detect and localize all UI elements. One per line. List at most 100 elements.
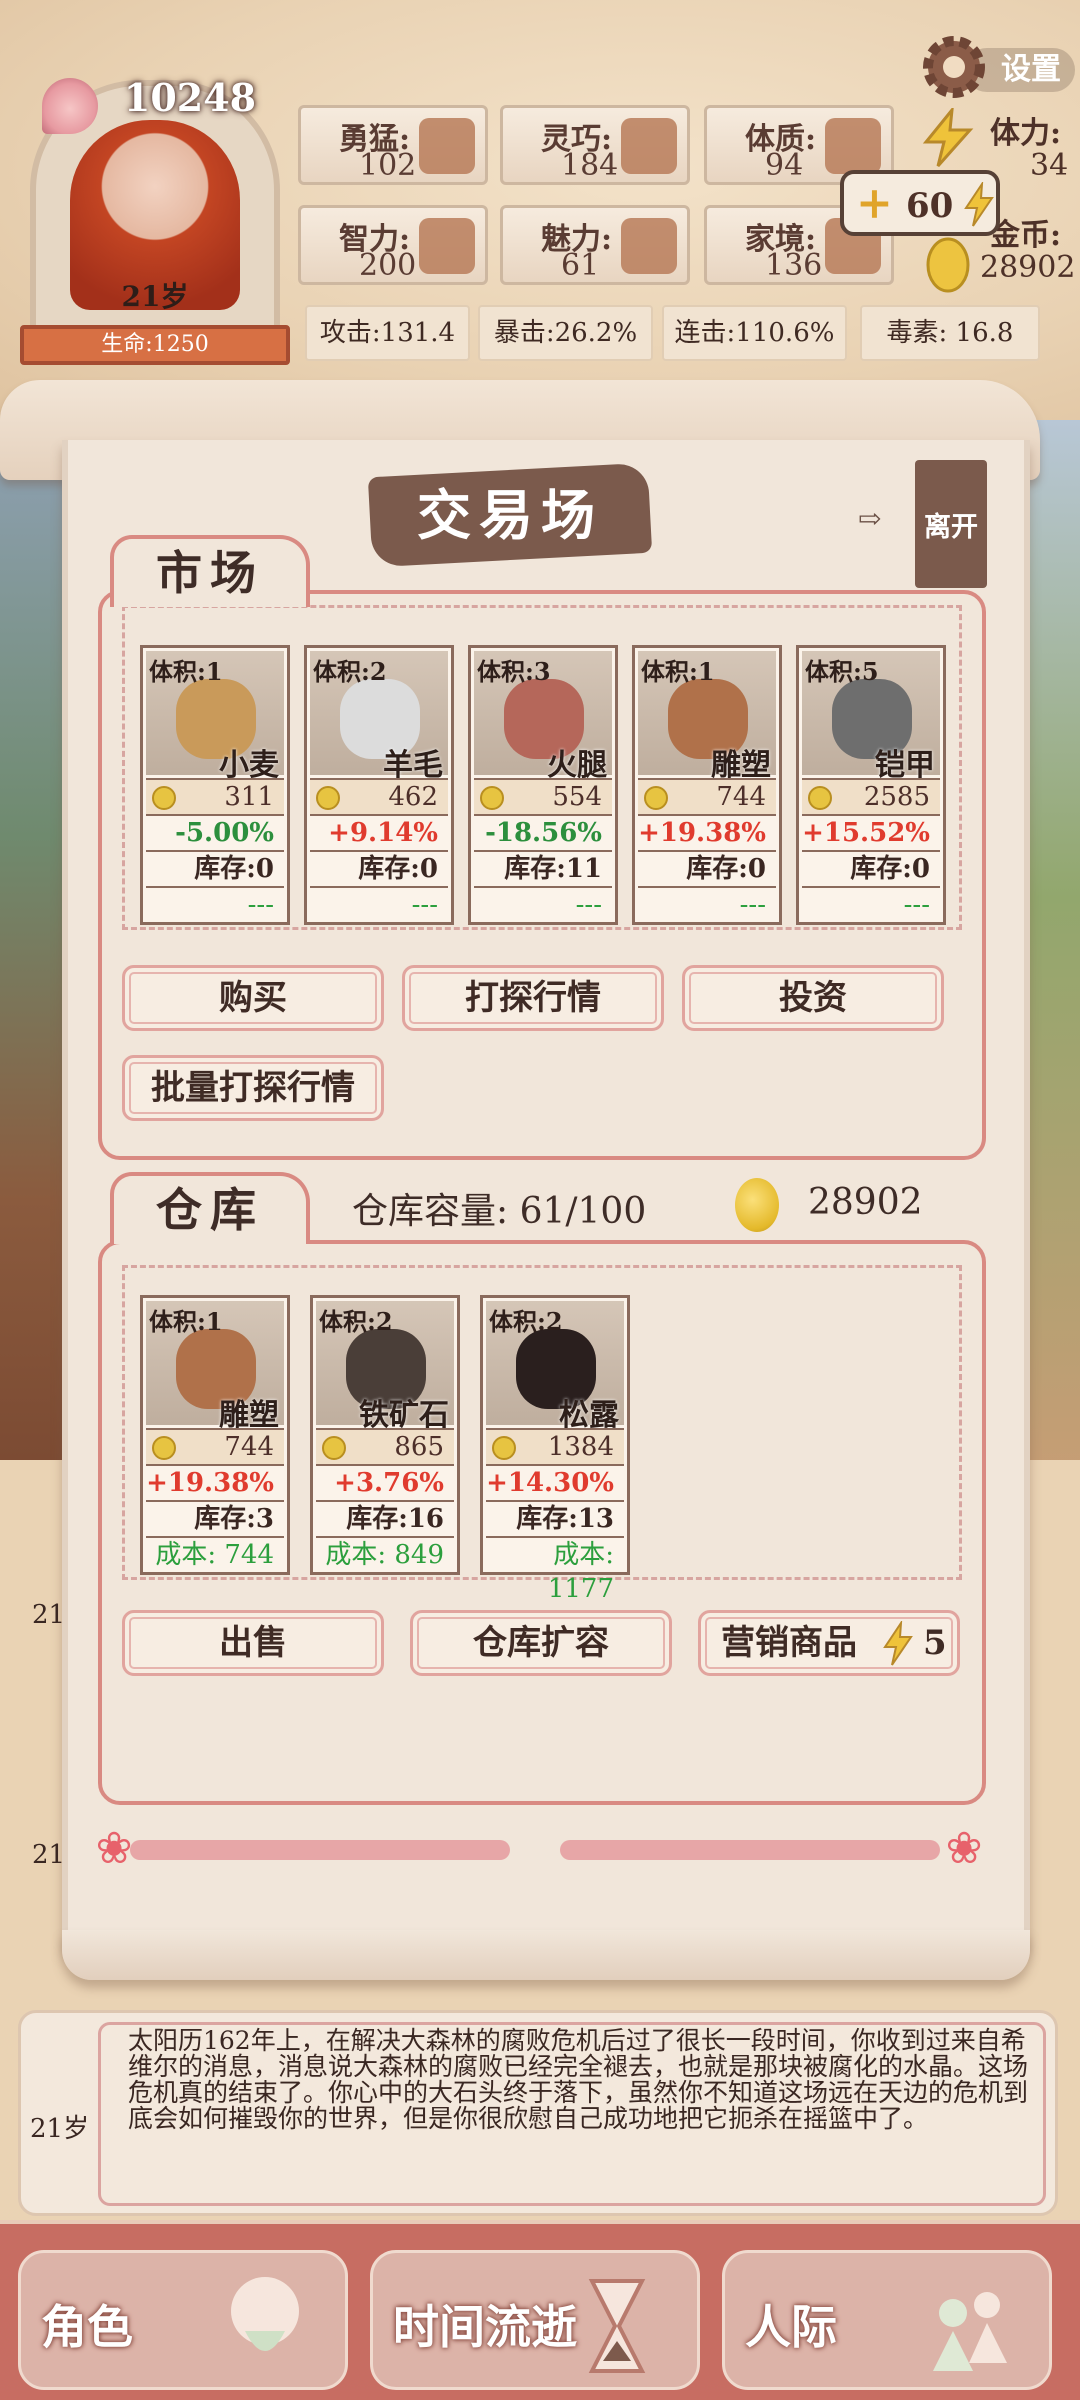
invest-button[interactable]: 投资: [682, 965, 944, 1031]
item-price-row: 865: [316, 1428, 454, 1464]
batch-scout-button[interactable]: 批量打探行情: [122, 1055, 384, 1121]
marketing-cost: 5: [923, 1623, 947, 1663]
add-energy-amount: 60: [906, 186, 954, 226]
coin-value: 28902: [980, 250, 1076, 285]
stat-value: 200: [359, 248, 417, 283]
settings-button[interactable]: 设置: [915, 28, 1075, 108]
item-stock: 库存:0: [146, 850, 284, 886]
coin-icon: [316, 786, 340, 810]
attack-stat: 攻击:131.4: [305, 305, 470, 361]
log-age: 21岁: [30, 2114, 90, 2144]
scene-left: [0, 420, 70, 1460]
market-tab: 市场: [110, 535, 310, 607]
energy-value: 34: [1030, 148, 1069, 183]
people-icon: [933, 2292, 1007, 2371]
item-cost: 成本: 1177: [486, 1536, 624, 1604]
item-volume: 体积:3: [477, 657, 551, 686]
item-price: 865: [394, 1432, 444, 1462]
plus-icon: +: [856, 178, 893, 229]
sell-button[interactable]: 出售: [122, 1610, 384, 1676]
combo-stat: 连击:110.6%: [662, 305, 847, 361]
flower-icon: [621, 218, 677, 274]
item-stock: 库存:3: [146, 1500, 284, 1536]
item-stock: 库存:0: [638, 850, 776, 886]
item-cost: ---: [474, 886, 612, 922]
market-item-card[interactable]: 体积:1 雕塑 744 +19.38% 库存:0 ---: [632, 645, 782, 925]
arm-icon: [825, 118, 881, 174]
leave-label: 离开: [924, 512, 978, 543]
item-stock: 库存:0: [310, 850, 448, 886]
market-item-card[interactable]: 体积:2 羊毛 462 +9.14% 库存:0 ---: [304, 645, 454, 925]
item-price: 554: [552, 782, 602, 812]
warehouse-item-card[interactable]: 体积:2 铁矿石 865 +3.76% 库存:16 成本: 849: [310, 1295, 460, 1575]
item-volume: 体积:2: [313, 657, 387, 686]
item-price-row: 554: [474, 778, 612, 814]
stat-agility[interactable]: 灵巧: 184: [500, 105, 690, 185]
brain-icon: [419, 218, 475, 274]
item-price: 744: [224, 1432, 274, 1462]
log-age-partial: 21: [32, 1600, 66, 1630]
divider-right: [560, 1840, 940, 1860]
crit-stat: 暴击:26.2%: [478, 305, 653, 361]
poison-stat: 毒素: 16.8: [860, 305, 1040, 361]
warehouse-item-card[interactable]: 体积:2 松露 1384 +14.30% 库存:13 成本: 1177: [480, 1295, 630, 1604]
arrow-right-icon: ⇨: [858, 502, 882, 535]
stat-value: 184: [561, 148, 619, 183]
item-volume: 体积:2: [489, 1307, 563, 1336]
item-cost: ---: [802, 886, 940, 922]
item-price-row: 1384: [486, 1428, 624, 1464]
stat-bravery[interactable]: 勇猛: 102: [298, 105, 488, 185]
coin-icon: [492, 1436, 516, 1460]
coin-icon: [808, 786, 832, 810]
buy-button[interactable]: 购买: [122, 965, 384, 1031]
stat-charm[interactable]: 魅力: 61: [500, 205, 690, 285]
warehouse-item-card[interactable]: 体积:1 雕塑 744 +19.38% 库存:3 成本: 744: [140, 1295, 290, 1575]
coin-icon: [480, 786, 504, 810]
market-item-card[interactable]: 体积:5 铠甲 2585 +15.52% 库存:0 ---: [796, 645, 946, 925]
log-age-partial: 21: [32, 1840, 66, 1870]
item-stock: 库存:13: [486, 1500, 624, 1536]
warehouse-capacity: 仓库容量: 61/100: [352, 1191, 647, 1232]
marketing-button[interactable]: 营销商品 5: [698, 1610, 960, 1676]
warehouse-tab: 仓库: [110, 1172, 310, 1244]
page-title: 交易场: [417, 483, 603, 547]
item-change: +19.38%: [146, 1464, 284, 1500]
item-change: +3.76%: [316, 1464, 454, 1500]
item-cost: 成本: 849: [316, 1536, 454, 1572]
stat-intelligence[interactable]: 智力: 200: [298, 205, 488, 285]
item-price-row: 311: [146, 778, 284, 814]
coin-label: 金币:: [990, 218, 1062, 253]
coin-icon: [644, 786, 668, 810]
hourglass-icon: [588, 2279, 646, 2373]
item-cost: 成本: 744: [146, 1536, 284, 1572]
expand-warehouse-button[interactable]: 仓库扩容: [410, 1610, 672, 1676]
character-icon: [231, 2277, 299, 2351]
stat-value: 94: [765, 148, 804, 183]
market-item-card[interactable]: 体积:1 小麦 311 -5.00% 库存:0 ---: [140, 645, 290, 925]
nav-relations[interactable]: 人际: [722, 2250, 1052, 2390]
nav-character[interactable]: 角色: [18, 2250, 348, 2390]
item-price-row: 744: [638, 778, 776, 814]
energy-label: 体力:: [990, 116, 1062, 151]
nav-label: 时间流逝: [393, 2300, 577, 2354]
fist-icon: [419, 118, 475, 174]
stat-value: 61: [561, 248, 600, 283]
flower-ornament-icon: ❀: [95, 1823, 133, 1874]
item-change: -5.00%: [146, 814, 284, 850]
stat-value: 102: [359, 148, 417, 183]
marketing-label: 营销商品: [721, 1623, 857, 1663]
nav-label: 人际: [745, 2300, 837, 2354]
scroll-bottom: [62, 1930, 1030, 1980]
coin-icon: [322, 1436, 346, 1460]
add-energy-button[interactable]: + 60: [840, 170, 1000, 236]
nav-time-pass[interactable]: 时间流逝: [370, 2250, 700, 2390]
item-volume: 体积:2: [319, 1307, 393, 1336]
coin-icon: [926, 237, 970, 293]
market-item-card[interactable]: 体积:3 火腿 554 -18.56% 库存:11 ---: [468, 645, 618, 925]
item-change: +15.52%: [802, 814, 940, 850]
item-price: 744: [716, 782, 766, 812]
scout-button[interactable]: 打探行情: [402, 965, 664, 1031]
log-text: 太阳历162年上，在解决大森林的腐败危机后过了很长一段时间，你收到过来自希维尔的…: [128, 2026, 1029, 2133]
energy-bolt-icon: [922, 108, 974, 167]
item-change: +9.14%: [310, 814, 448, 850]
